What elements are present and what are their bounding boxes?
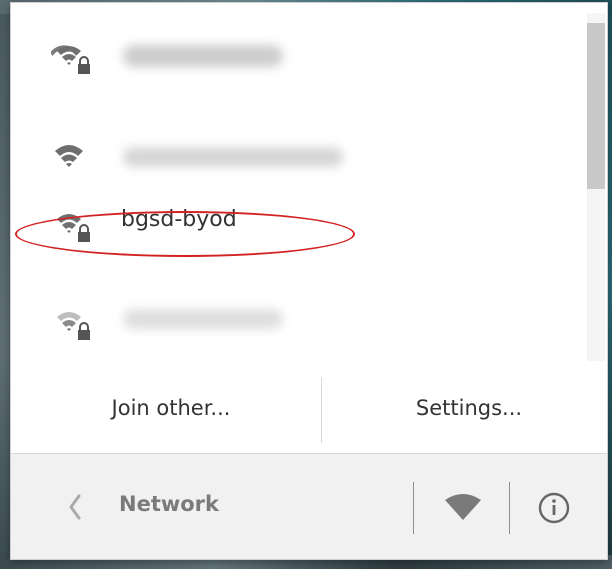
blurred-network-name [123, 45, 283, 67]
wifi-lock-icon [57, 312, 90, 340]
network-item[interactable] [11, 23, 581, 93]
join-other-button[interactable]: Join other... [11, 365, 331, 451]
back-button[interactable] [53, 484, 103, 530]
network-item[interactable] [11, 121, 581, 191]
actions-divider [321, 377, 322, 443]
network-name: bgsd-byod [121, 207, 237, 232]
network-item-bgsd-byod[interactable]: bgsd-byod [11, 187, 581, 257]
wifi-icon [445, 494, 481, 520]
footer-divider [509, 482, 510, 534]
network-footer: Network [11, 453, 607, 559]
wifi-lock-icon [57, 214, 90, 242]
blurred-network-name [123, 147, 343, 167]
network-item[interactable] [11, 283, 581, 353]
blurred-network-name [123, 309, 283, 329]
wifi-lock-icon [51, 45, 90, 74]
network-popup: bgsd-byod Join other... Settings... Netw… [10, 2, 608, 560]
footer-title: Network [119, 492, 220, 516]
footer-divider [413, 482, 414, 534]
info-icon [538, 492, 570, 524]
network-actions: Join other... Settings... [11, 365, 607, 451]
info-button[interactable] [529, 486, 579, 530]
network-list: bgsd-byod [11, 3, 607, 363]
wifi-toggle-button[interactable] [435, 486, 491, 530]
wifi-icon [55, 145, 83, 167]
scrollbar-thumb[interactable] [587, 23, 605, 189]
chevron-left-icon [69, 494, 81, 520]
settings-button[interactable]: Settings... [331, 365, 607, 451]
